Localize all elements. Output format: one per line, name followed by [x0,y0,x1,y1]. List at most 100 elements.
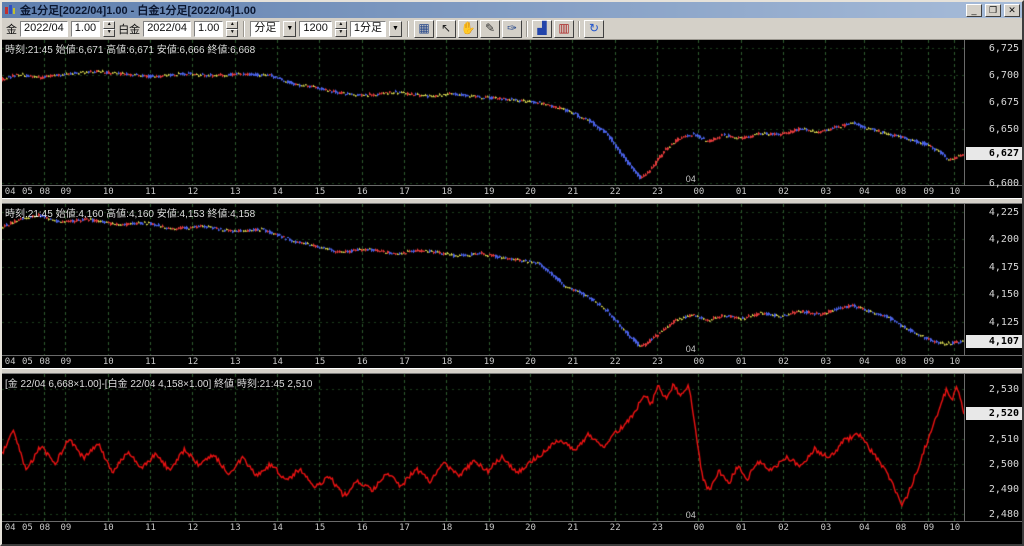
x-tick-label: 02 [778,523,789,533]
gold-info-text: 時刻:21:45 始値:6,671 高値:6,671 安値:6,666 終値:6… [5,41,255,56]
toolbar-separator [243,21,245,37]
x-tick-label: 20 [525,187,536,197]
y-tick-label: 2,500 [989,459,1019,470]
x-tick-label: 23 [652,523,663,533]
x-tick-label: 15 [314,523,325,533]
current-price-badge: 4,107 [966,335,1022,348]
current-price-badge: 6,627 [966,147,1022,160]
bottom-spacer [2,534,1022,544]
restore-button[interactable]: ❐ [985,4,1001,17]
pen-icon[interactable]: ✑ [502,20,522,38]
x-tick-label: 04 [859,357,870,367]
x-tick-label: 17 [399,523,410,533]
gold-contract-field[interactable]: 2022/04 [20,21,68,37]
toolbar-separator [526,21,528,37]
x-tick-label: 16 [357,187,368,197]
platinum-chart-canvas[interactable] [2,204,964,355]
gold-multiplier-field[interactable]: 1.00 [71,21,100,37]
date-label: 04 [686,344,696,354]
y-tick-label: 4,225 [989,207,1019,218]
x-tick-label: 04 [5,523,16,533]
x-tick-label: 04 [5,357,16,367]
x-tick-label: 05 [22,187,33,197]
x-tick-label: 17 [399,187,410,197]
x-tick-label: 14 [272,187,283,197]
x-tick-label: 14 [272,523,283,533]
x-tick-label: 08 [896,187,907,197]
x-tick-label: 08 [39,187,50,197]
x-tick-label: 02 [778,357,789,367]
x-tick-label: 12 [187,357,198,367]
spin-down-button[interactable]: ▼ [335,29,347,37]
x-tick-label: 21 [567,523,578,533]
bar-type-field[interactable]: 分足 [250,21,280,37]
y-tick-label: 6,700 [989,70,1019,81]
date-label: 04 [686,174,696,184]
x-tick-label: 21 [567,187,578,197]
app-window: 金1分足[2022/04]1.00 - 白金1分足[2022/04]1.00 _… [0,0,1024,546]
bar-type-dropdown-button[interactable]: ▼ [283,21,296,37]
spin-up-button[interactable]: ▲ [335,21,347,29]
window-title: 金1分足[2022/04]1.00 - 白金1分足[2022/04]1.00 [20,2,963,18]
interval-field[interactable]: 1分足 [350,21,386,37]
date-label: 04 [686,510,696,520]
x-tick-label: 14 [272,357,283,367]
pencil-icon[interactable]: ✎ [480,20,500,38]
interval-dropdown-button[interactable]: ▼ [389,21,402,37]
gold-multiplier-spinner: ▲ ▼ [103,21,115,37]
y-tick-label: 6,650 [989,124,1019,135]
x-tick-label: 18 [441,357,452,367]
x-tick-label: 23 [652,187,663,197]
x-tick-label: 09 [60,523,71,533]
bar-count-field[interactable]: 1200 [299,21,331,37]
candle-chart-icon[interactable]: ▥ [554,20,574,38]
x-tick-label: 22 [610,523,621,533]
cursor-icon[interactable]: ↖ [436,20,456,38]
x-tick-label: 00 [693,187,704,197]
x-tick-label: 08 [39,357,50,367]
platinum-info-text: 時刻:21:45 始値:4,160 高値:4,160 安値:4,153 終値:4… [5,205,255,220]
x-tick-label: 10 [103,523,114,533]
current-price-badge: 2,520 [966,407,1022,420]
minimize-button[interactable]: _ [966,4,982,17]
x-tick-label: 03 [820,523,831,533]
x-tick-label: 18 [441,523,452,533]
platinum-label: 白金 [118,21,140,37]
spin-up-button[interactable]: ▲ [103,21,115,29]
x-tick-label: 09 [923,523,934,533]
y-tick-label: 6,675 [989,97,1019,108]
platinum-y-axis: 4,2254,2004,1754,1504,1254,107 [964,204,1022,355]
y-tick-label: 4,125 [989,317,1019,328]
spin-down-button[interactable]: ▼ [226,29,238,37]
platinum-multiplier-spinner: ▲ ▼ [226,21,238,37]
close-button[interactable]: ✕ [1004,4,1020,17]
bar-chart-icon[interactable]: ▟ [532,20,552,38]
x-tick-label: 13 [230,523,241,533]
spin-up-button[interactable]: ▲ [226,21,238,29]
x-tick-label: 09 [923,357,934,367]
x-tick-label: 10 [103,187,114,197]
platinum-multiplier-field[interactable]: 1.00 [194,21,223,37]
refresh-icon[interactable]: ↻ [584,20,604,38]
x-tick-label: 09 [60,357,71,367]
gold-label: 金 [6,21,17,37]
spread-y-axis: 2,5302,5102,5002,4902,4802,520 [964,374,1022,521]
x-tick-label: 11 [145,523,156,533]
platinum-contract-field[interactable]: 2022/04 [143,21,191,37]
x-tick-label: 19 [484,523,495,533]
gold-chart-canvas[interactable] [2,40,964,185]
spin-down-button[interactable]: ▼ [103,29,115,37]
x-tick-label: 19 [484,187,495,197]
title-bar[interactable]: 金1分足[2022/04]1.00 - 白金1分足[2022/04]1.00 _… [2,2,1022,18]
x-tick-label: 08 [39,523,50,533]
x-tick-label: 12 [187,187,198,197]
chart-area: 時刻:21:45 始値:6,671 高値:6,671 安値:6,666 終値:6… [2,40,1022,544]
toolbar-separator [407,21,409,37]
hand-icon[interactable]: ✋ [458,20,478,38]
y-tick-label: 6,600 [989,178,1019,189]
chart-grid-icon[interactable]: ▦ [414,20,434,38]
spread-chart-canvas[interactable] [2,374,964,521]
platinum-panel: 時刻:21:45 始値:4,160 高値:4,160 安値:4,153 終値:4… [2,204,1022,368]
x-tick-label: 09 [60,187,71,197]
x-tick-label: 15 [314,357,325,367]
